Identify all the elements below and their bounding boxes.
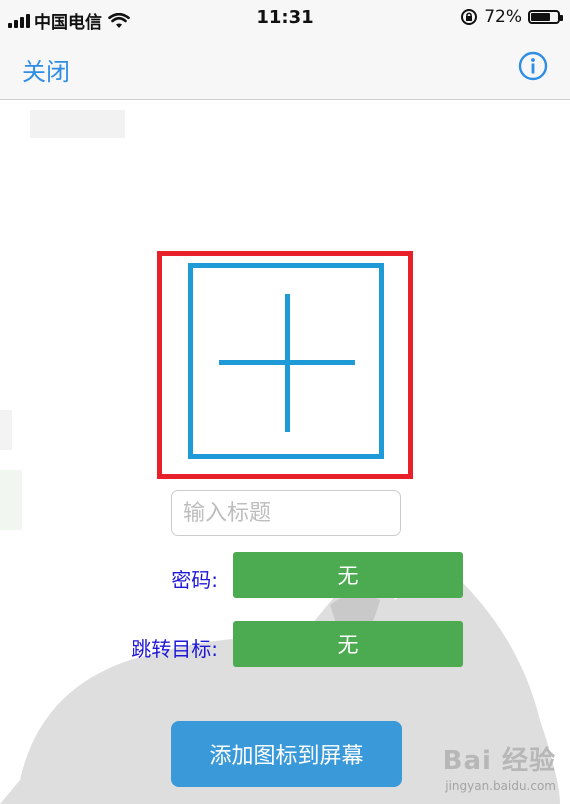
icon-picker-button[interactable] bbox=[188, 263, 384, 459]
battery-level bbox=[531, 13, 550, 21]
status-right: 72% bbox=[460, 7, 563, 27]
battery-percentage: 72% bbox=[484, 7, 522, 27]
watermark-url: jingyan.baidu.com bbox=[445, 779, 556, 793]
close-button[interactable]: 关闭 bbox=[22, 52, 70, 87]
navigation-bar: 关闭 bbox=[0, 36, 570, 100]
orientation-lock-icon bbox=[461, 9, 478, 25]
target-label: 跳转目标: bbox=[131, 637, 218, 661]
password-button[interactable]: 无 bbox=[233, 552, 463, 598]
watermark-logo: Bai 经验 bbox=[442, 746, 556, 776]
watermark: Bai 经验 jingyan.baidu.com bbox=[443, 740, 556, 793]
password-label: 密码: bbox=[171, 568, 218, 592]
target-button[interactable]: 无 bbox=[233, 621, 463, 667]
title-input[interactable] bbox=[171, 490, 401, 536]
plus-icon-vertical bbox=[285, 294, 290, 432]
add-to-home-screen-button[interactable]: 添加图标到屏幕 bbox=[171, 721, 402, 787]
battery-icon bbox=[528, 10, 563, 24]
page: 中国电信 11:31 72% 关闭 输入标题 密码: 无 跳转目标: 无 添加图… bbox=[0, 0, 570, 804]
status-bar: 中国电信 11:31 72% bbox=[0, 0, 570, 36]
info-icon[interactable] bbox=[518, 51, 548, 81]
